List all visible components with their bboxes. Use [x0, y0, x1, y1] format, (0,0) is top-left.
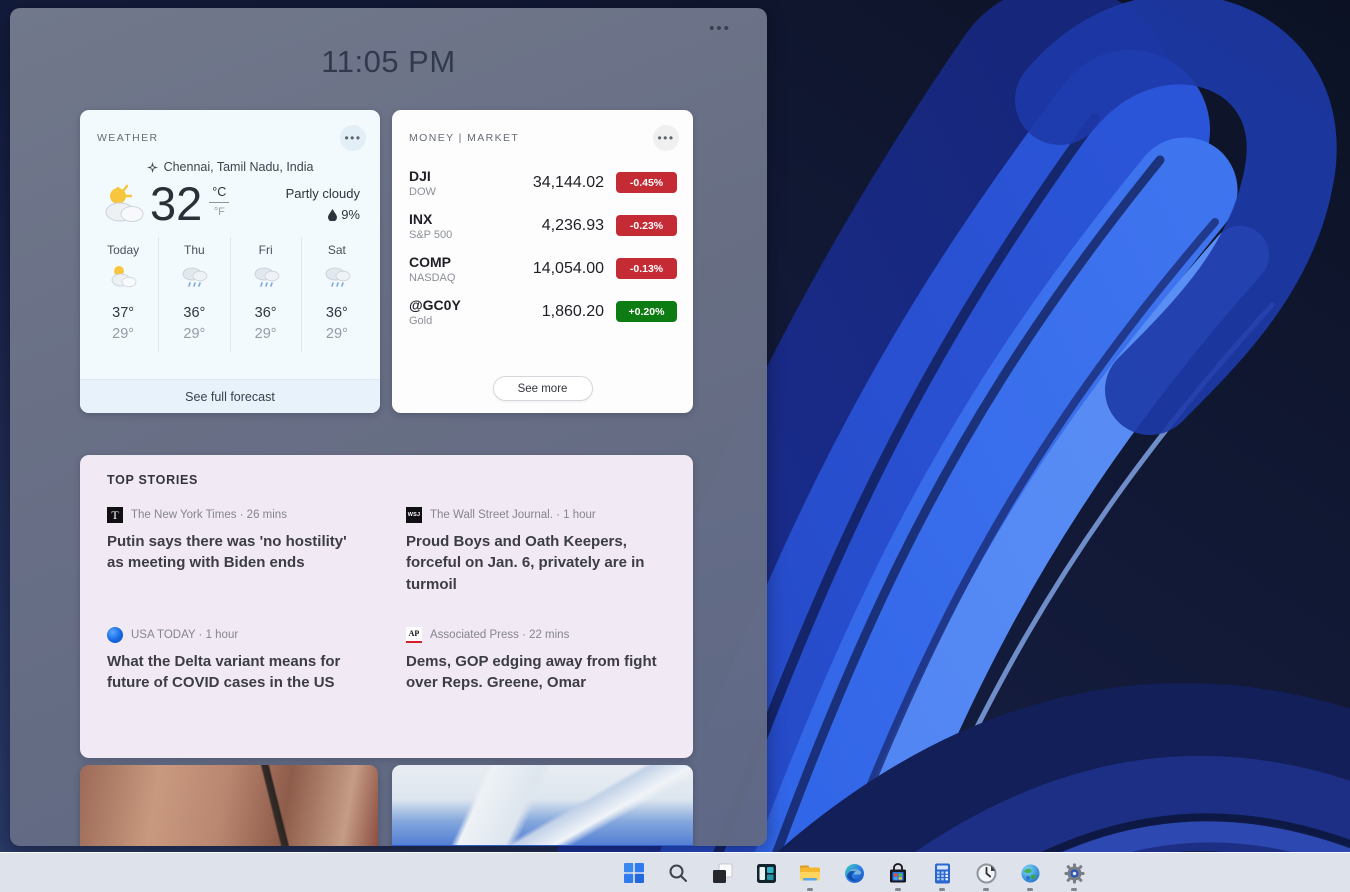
change-badge: -0.23%: [616, 215, 677, 236]
current-temperature: 32: [150, 180, 202, 227]
change-badge: -0.13%: [616, 258, 677, 279]
precipitation-value: 9%: [341, 207, 360, 222]
rain-cloud-icon: [179, 264, 209, 288]
market-row-gold[interactable]: @GC0Y Gold 1,860.20 +0.20%: [409, 290, 677, 333]
story-headline[interactable]: What the Delta variant means for future …: [107, 651, 362, 694]
market-row-comp[interactable]: COMP NASDAQ 14,054.00 -0.13%: [409, 247, 677, 290]
edge-button[interactable]: [832, 853, 876, 892]
story-headline[interactable]: Proud Boys and Oath Keepers, forceful on…: [406, 531, 661, 595]
panel-menu-button[interactable]: •••: [703, 20, 737, 42]
widgets-icon: [756, 863, 777, 884]
calculator-button[interactable]: [920, 853, 964, 892]
story-source-time: Associated Press · 22 mins: [430, 629, 569, 641]
story-headline[interactable]: Putin says there was 'no hostility' as m…: [107, 531, 362, 574]
forecast-day-3[interactable]: Sat 36° 29°: [302, 237, 372, 352]
change-badge: +0.20%: [616, 301, 677, 322]
unit-toggle[interactable]: °C °F: [209, 185, 229, 218]
story-headline[interactable]: Dems, GOP edging away from fight over Re…: [406, 651, 661, 694]
top-stories-widget: TOP STORIES T The New York Times · 26 mi…: [80, 455, 693, 758]
story-source-time: The New York Times · 26 mins: [131, 509, 287, 521]
location-pin-icon: [147, 162, 158, 173]
story-item[interactable]: AP Associated Press · 22 mins Dems, GOP …: [406, 627, 661, 694]
search-button[interactable]: [656, 853, 700, 892]
search-icon: [668, 863, 688, 883]
file-explorer-button[interactable]: [788, 853, 832, 892]
change-badge: -0.45%: [616, 172, 677, 193]
settings-button[interactable]: [1052, 853, 1096, 892]
ap-logo-icon: AP: [406, 627, 422, 643]
story-item[interactable]: WSJ The Wall Street Journal. · 1 hour Pr…: [406, 507, 661, 595]
unit-divider: [209, 202, 229, 203]
nyt-logo-icon: T: [107, 507, 123, 523]
microsoft-store-icon: [888, 863, 908, 884]
edge-icon: [844, 863, 865, 884]
market-menu-button[interactable]: •••: [653, 125, 679, 151]
unit-celsius[interactable]: °C: [212, 185, 226, 199]
taskbar: [0, 852, 1350, 892]
forecast-day-0[interactable]: Today 37° 29°: [88, 237, 159, 352]
calculator-icon: [934, 863, 951, 884]
partly-cloudy-icon: [98, 184, 148, 224]
weather-title: WEATHER: [97, 132, 159, 144]
windows-start-icon: [624, 863, 644, 883]
file-explorer-icon: [799, 863, 821, 883]
globe-icon: [1020, 863, 1041, 884]
gear-icon: [1064, 863, 1085, 884]
market-row-inx[interactable]: INX S&P 500 4,236.93 -0.23%: [409, 204, 677, 247]
money-market-widget[interactable]: MONEY | MARKET ••• DJI DOW 34,144.02 -0.…: [392, 110, 693, 413]
unit-fahrenheit[interactable]: °F: [214, 206, 225, 218]
globe-app-button[interactable]: [1008, 853, 1052, 892]
store-button[interactable]: [876, 853, 920, 892]
forecast-row: Today 37° 29° Thu 36: [88, 237, 372, 352]
panel-clock: 11:05 PM: [10, 44, 767, 80]
usa-today-logo-icon: [107, 627, 123, 643]
precipitation-droplet-icon: [328, 209, 337, 221]
market-rows: DJI DOW 34,144.02 -0.45% INX S&P 500 4,2…: [392, 151, 693, 333]
news-image-card[interactable]: [80, 765, 378, 846]
start-button[interactable]: [612, 853, 656, 892]
forecast-day-1[interactable]: Thu 36° 29°: [159, 237, 230, 352]
weather-widget[interactable]: WEATHER ••• Chennai, Tamil Nadu, India 3…: [80, 110, 380, 413]
rain-cloud-icon: [251, 264, 281, 288]
market-row-dji[interactable]: DJI DOW 34,144.02 -0.45%: [409, 161, 677, 204]
desktop: 11:05 PM ••• WEATHER ••• Chennai, Tamil …: [0, 0, 1350, 892]
task-view-button[interactable]: [700, 853, 744, 892]
news-image-card[interactable]: [392, 765, 693, 846]
partly-cloudy-icon: [108, 264, 138, 288]
market-title: MONEY | MARKET: [409, 132, 519, 144]
widgets-panel: 11:05 PM ••• WEATHER ••• Chennai, Tamil …: [10, 8, 767, 846]
task-view-icon: [712, 863, 733, 884]
story-source-time: The Wall Street Journal. · 1 hour: [430, 509, 596, 521]
clock-icon: [976, 863, 997, 884]
see-more-button[interactable]: See more: [493, 376, 593, 401]
forecast-day-2[interactable]: Fri 36° 29°: [231, 237, 302, 352]
see-full-forecast-link[interactable]: See full forecast: [80, 379, 380, 413]
clock-button[interactable]: [964, 853, 1008, 892]
weather-location: Chennai, Tamil Nadu, India: [80, 160, 380, 174]
widgets-button[interactable]: [744, 853, 788, 892]
rain-cloud-icon: [322, 264, 352, 288]
top-stories-title: TOP STORIES: [80, 455, 693, 487]
story-item[interactable]: T The New York Times · 26 mins Putin say…: [107, 507, 362, 595]
wsj-logo-icon: WSJ: [406, 507, 422, 523]
story-source-time: USA TODAY · 1 hour: [131, 629, 238, 641]
condition-text: Partly cloudy: [286, 186, 360, 201]
story-item[interactable]: USA TODAY · 1 hour What the Delta varian…: [107, 627, 362, 694]
weather-menu-button[interactable]: •••: [340, 125, 366, 151]
